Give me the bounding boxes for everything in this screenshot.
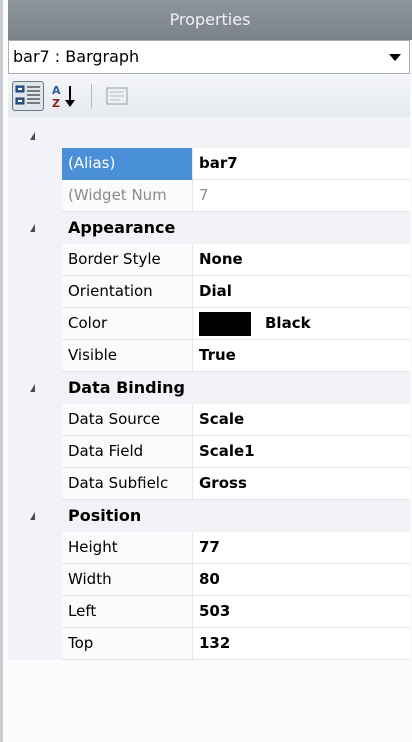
property-name: Orientation (62, 276, 193, 308)
property-pages-button[interactable] (102, 81, 134, 111)
category-position[interactable]: Position (8, 500, 410, 532)
panel-title: Properties (8, 0, 412, 40)
properties-window: Properties bar7 : Bargraph A Z (Alias) b… (0, 0, 412, 742)
property-value[interactable]: Scale1 (193, 436, 410, 468)
property-row-alias[interactable]: (Alias) bar7 (8, 148, 410, 180)
property-row-border-style[interactable]: Border Style None (8, 244, 410, 276)
property-row-orientation[interactable]: Orientation Dial (8, 276, 410, 308)
property-name: (Alias) (62, 148, 193, 180)
property-value[interactable]: True (193, 340, 410, 372)
category-label: Position (68, 506, 142, 525)
property-name: Data Field (62, 436, 193, 468)
category-label: Appearance (68, 218, 176, 237)
misc-category-header[interactable] (8, 117, 410, 148)
chevron-down-icon[interactable] (389, 54, 401, 61)
property-name: Height (62, 532, 193, 564)
collapse-triangle-icon[interactable] (30, 384, 35, 392)
categorized-icon (15, 85, 40, 105)
color-swatch (199, 311, 251, 336)
collapse-triangle-icon[interactable] (30, 512, 35, 520)
property-row-widget-num[interactable]: (Widget Num 7 (8, 180, 410, 212)
categorized-button[interactable] (12, 81, 44, 111)
property-row-data-source[interactable]: Data Source Scale (8, 404, 410, 436)
property-value[interactable]: 132 (193, 628, 410, 660)
property-name: Data Subfielc (62, 468, 193, 500)
properties-panel: Properties bar7 : Bargraph A Z (Alias) b… (8, 0, 412, 742)
property-row-color[interactable]: Color Black (8, 308, 410, 340)
category-data-binding[interactable]: Data Binding (8, 372, 410, 404)
property-row-visible[interactable]: Visible True (8, 340, 410, 372)
property-name: Top (62, 628, 193, 660)
property-value: 7 (193, 180, 410, 212)
property-value[interactable]: 77 (193, 532, 410, 564)
property-row-data-subfield[interactable]: Data Subfielc Gross (8, 468, 410, 500)
property-toolbar: A Z (8, 75, 410, 118)
property-value[interactable]: bar7 (193, 148, 410, 180)
property-row-left[interactable]: Left 503 (8, 596, 410, 628)
property-row-height[interactable]: Height 77 (8, 532, 410, 564)
svg-text:Z: Z (52, 97, 60, 110)
property-value-color[interactable]: Black (193, 308, 410, 340)
property-value[interactable]: None (193, 244, 410, 276)
property-value[interactable]: 80 (193, 564, 410, 596)
property-name: Border Style (62, 244, 193, 276)
property-row-width[interactable]: Width 80 (8, 564, 410, 596)
property-name: Left (62, 596, 193, 628)
category-appearance[interactable]: Appearance (8, 212, 410, 244)
left-border (0, 0, 3, 742)
toolbar-separator (91, 84, 92, 108)
property-grid: (Alias) bar7 (Widget Num 7 Appearance Bo… (8, 148, 410, 660)
property-value[interactable]: Gross (193, 468, 410, 500)
collapse-triangle-icon[interactable] (30, 132, 35, 140)
alphabetical-button[interactable]: A Z (48, 81, 80, 111)
svg-text:A: A (52, 84, 61, 97)
property-name: Width (62, 564, 193, 596)
property-name: Visible (62, 340, 193, 372)
object-selector-dropdown[interactable]: bar7 : Bargraph (8, 40, 410, 74)
property-name: (Widget Num (62, 180, 193, 212)
sort-az-icon: A Z (52, 84, 75, 110)
property-value[interactable]: Scale (193, 404, 410, 436)
category-label: Data Binding (68, 378, 185, 397)
property-name: Data Source (62, 404, 193, 436)
object-selector-value: bar7 : Bargraph (13, 47, 140, 66)
property-name: Color (62, 308, 193, 340)
property-value[interactable]: Dial (193, 276, 410, 308)
property-row-top[interactable]: Top 132 (8, 628, 410, 660)
color-value-label: Black (265, 314, 311, 332)
property-pages-icon (106, 87, 128, 105)
property-row-data-field[interactable]: Data Field Scale1 (8, 436, 410, 468)
collapse-triangle-icon[interactable] (30, 224, 35, 232)
property-value[interactable]: 503 (193, 596, 410, 628)
